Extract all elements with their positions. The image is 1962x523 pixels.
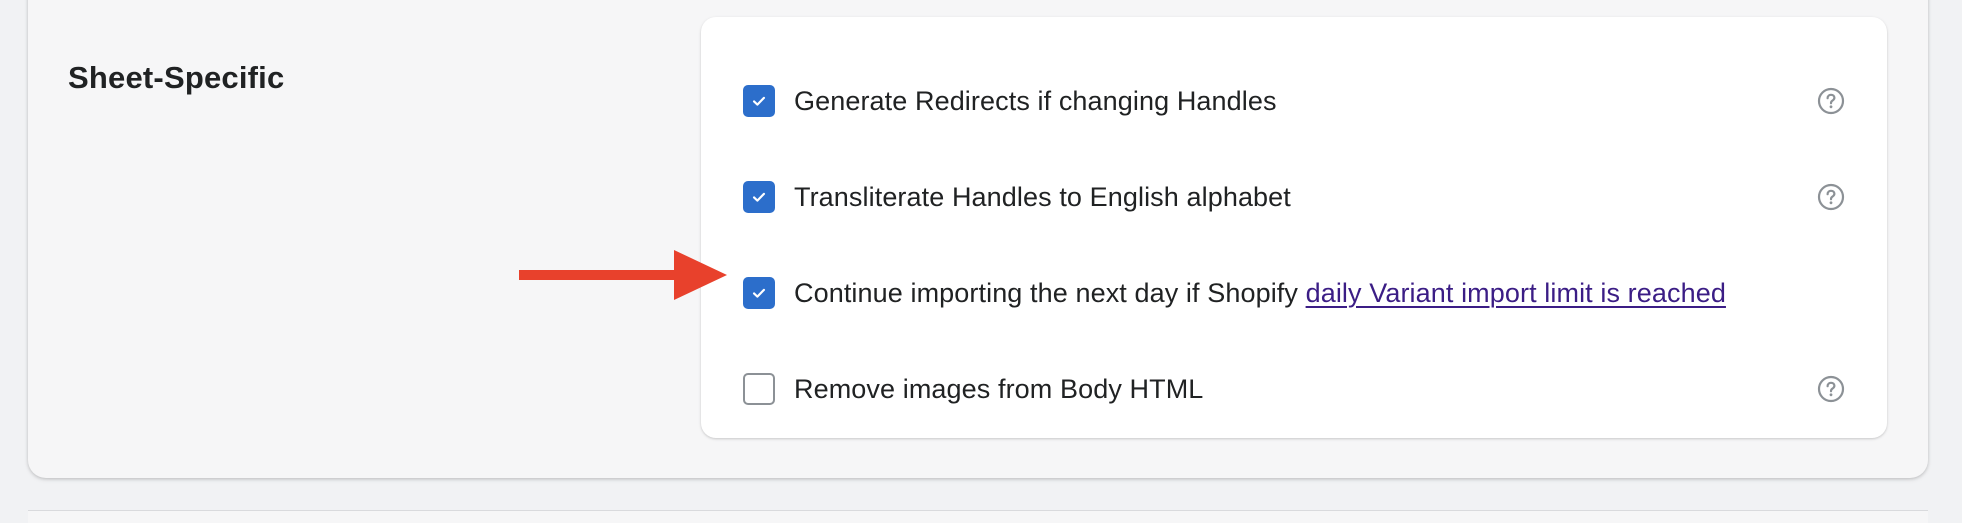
- checkmark-icon: [752, 288, 766, 298]
- option-continue-importing[interactable]: Continue importing the next day if Shopi…: [743, 273, 1845, 313]
- checkmark-icon: [752, 192, 766, 202]
- option-remove-images[interactable]: Remove images from Body HTML: [743, 369, 1845, 409]
- section-title: Sheet-Specific: [68, 60, 285, 95]
- option-label: Remove images from Body HTML: [794, 373, 1204, 404]
- continue-importing-checkbox[interactable]: [743, 277, 775, 309]
- option-label: Continue importing the next day if Shopi…: [794, 278, 1726, 309]
- option-label: Generate Redirects if changing Handles: [794, 85, 1277, 116]
- red-arrow-pointer: [519, 250, 727, 300]
- generate-redirects-checkbox[interactable]: [743, 85, 775, 117]
- question-circle-icon[interactable]: [1817, 183, 1845, 211]
- option-transliterate-handles[interactable]: Transliterate Handles to English alphabe…: [743, 177, 1845, 217]
- option-label-text: Continue importing the next day if Shopi…: [794, 277, 1306, 308]
- remove-images-checkbox[interactable]: [743, 373, 775, 405]
- option-generate-redirects[interactable]: Generate Redirects if changing Handles: [743, 81, 1845, 121]
- daily-variant-limit-link[interactable]: daily Variant import limit is reached: [1306, 278, 1726, 308]
- question-circle-icon[interactable]: [1817, 87, 1845, 115]
- next-section-card: [28, 510, 1928, 523]
- transliterate-handles-checkbox[interactable]: [743, 181, 775, 213]
- checkmark-icon: [752, 96, 766, 106]
- option-label: Transliterate Handles to English alphabe…: [794, 181, 1291, 212]
- question-circle-icon[interactable]: [1817, 375, 1845, 403]
- options-card: Generate Redirects if changing Handles T…: [701, 17, 1887, 438]
